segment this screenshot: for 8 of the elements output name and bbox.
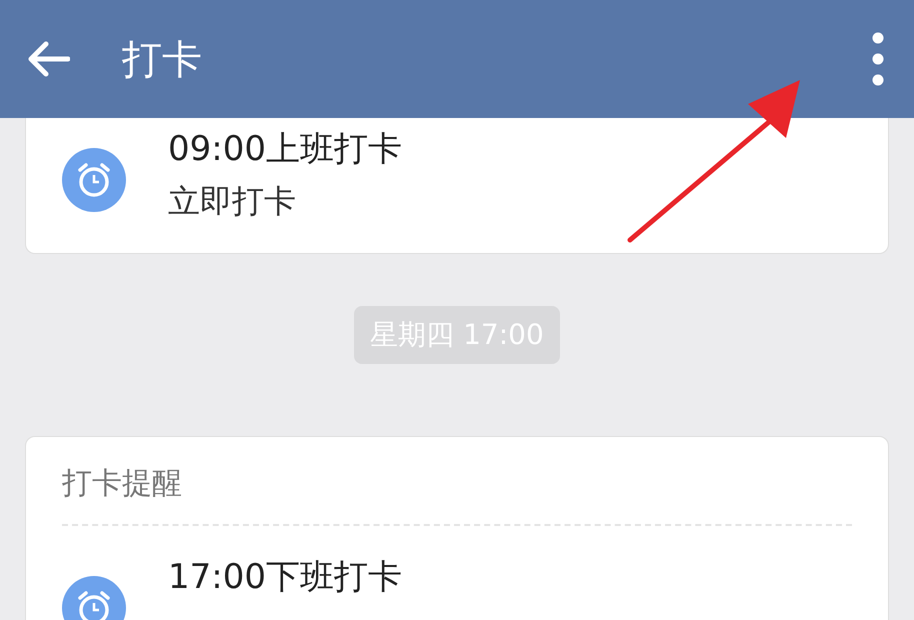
alarm-clock-icon (62, 148, 126, 212)
card-heading: 打卡提醒 (62, 465, 183, 503)
back-arrow-icon (26, 41, 70, 77)
checkin-time-title: 17:00下班打卡 (168, 556, 402, 599)
checkin-action-text[interactable]: 立即打卡 (168, 180, 402, 224)
checkin-time-title: 09:00上班打卡 (168, 128, 402, 171)
more-icon (872, 32, 884, 86)
page-title: 打卡 (122, 36, 203, 84)
